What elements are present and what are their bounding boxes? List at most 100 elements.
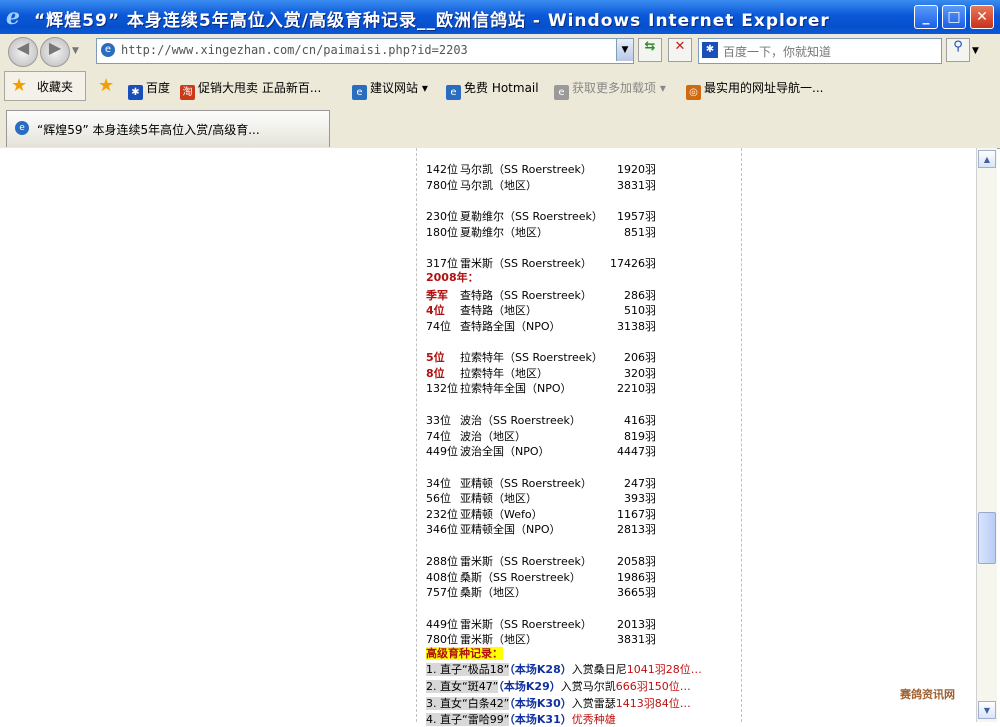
breeding-race: 入赏雷瑟 — [571, 697, 616, 710]
breeding-result: 1413羽84位… — [615, 697, 691, 710]
record-race: 查特路（SS Roerstreek） — [460, 289, 592, 302]
history-dropdown-icon[interactable]: ▼ — [72, 46, 79, 56]
record-rank: 142位 — [426, 163, 458, 176]
fav-label: 免费 Hotmail — [464, 81, 539, 95]
promo-icon: 淘 — [180, 85, 195, 100]
record-race: 亚精顿全国（NPO） — [460, 523, 561, 536]
address-text: http://www.xingezhan.com/cn/paimaisi.php… — [121, 43, 468, 57]
baidu-paw-icon: ✱ — [128, 85, 143, 100]
breeding-result: 666羽150位… — [615, 680, 691, 693]
fav-label: 百度 — [146, 81, 171, 95]
ie-page-icon: e — [446, 85, 461, 100]
record-race: 亚精顿（Wefo） — [460, 508, 543, 521]
vertical-scrollbar[interactable]: ▲ ▼ — [976, 148, 997, 722]
stop-button[interactable]: ✕ — [668, 38, 692, 62]
record-rank: 33位 — [426, 414, 451, 427]
record-race: 波治（SS Roerstreek） — [460, 414, 581, 427]
search-options-icon[interactable]: ▼ — [972, 46, 979, 56]
record-race: 亚精顿（SS Roerstreek） — [460, 477, 592, 490]
record-rank: 317位 — [426, 257, 458, 270]
title-bar: e “辉煌59” 本身连续5年高位入赏/高级育种记录__欧洲信鸽站 - Wind… — [0, 0, 1000, 34]
record-rank: 4位 — [426, 304, 445, 317]
address-dropdown-icon[interactable]: ▼ — [616, 39, 633, 61]
record-rank: 449位 — [426, 618, 458, 631]
breeding-code: （本场K28） — [509, 663, 572, 676]
record-race: 马尔凯（地区） — [460, 179, 537, 192]
breeding-result: 优秀种雄 — [571, 713, 616, 726]
record-race: 查特路（地区） — [460, 304, 537, 317]
record-count: 1167羽 — [617, 508, 656, 521]
record-count: 1920羽 — [617, 163, 656, 176]
favorites-button[interactable]: ★ 收藏夹 — [4, 71, 86, 101]
record-rank: 288位 — [426, 555, 458, 568]
breeding-code: （本场K30） — [509, 697, 572, 710]
record-count: 206羽 — [624, 351, 656, 364]
record-race: 雷米斯（地区） — [460, 633, 537, 646]
record-race: 雷米斯（SS Roerstreek） — [460, 257, 592, 270]
record-rank: 780位 — [426, 179, 458, 192]
record-rank: 780位 — [426, 633, 458, 646]
record-rank: 132位 — [426, 382, 458, 395]
record-race: 夏勒维尔（SS Roerstreek） — [460, 210, 603, 223]
breeding-race: 入赏马尔凯 — [560, 680, 616, 693]
window-title: “辉煌59” 本身连续5年高位入赏/高级育种记录__欧洲信鸽站 - Window… — [34, 11, 830, 31]
record-rank: 408位 — [426, 571, 458, 584]
ie-page-icon: e — [554, 85, 569, 100]
scroll-down-icon[interactable]: ▼ — [978, 701, 996, 719]
fav-label: 建议网站 — [370, 81, 419, 95]
back-button[interactable]: ◀ — [8, 37, 38, 67]
record-rank: 34位 — [426, 477, 451, 490]
record-rank: 232位 — [426, 508, 458, 521]
record-rank: 346位 — [426, 523, 458, 536]
fav-item-hotmail[interactable]: e 免费 Hotmail — [446, 79, 539, 100]
search-input[interactable]: ✱ 百度一下，你就知道 — [698, 38, 942, 64]
record-count: 1957羽 — [617, 210, 656, 223]
fav-item-suggested-sites[interactable]: e 建议网站 ▾ — [352, 79, 428, 100]
year-header: 2008年： — [426, 271, 479, 284]
favorites-label: 收藏夹 — [37, 80, 74, 94]
site-watermark: 赛鸽资讯网 — [900, 688, 955, 701]
record-count: 2058羽 — [617, 555, 656, 568]
record-count: 2813羽 — [617, 523, 656, 536]
record-rank: 74位 — [426, 430, 451, 443]
record-count: 4447羽 — [617, 445, 656, 458]
record-count: 1986羽 — [617, 571, 656, 584]
record-rank: 74位 — [426, 320, 451, 333]
record-rank: 230位 — [426, 210, 458, 223]
scroll-thumb[interactable] — [978, 512, 996, 564]
maximize-button[interactable]: □ — [942, 5, 966, 29]
favorites-bar: ★ 收藏夹 ★ ✱ 百度 淘促销大甩卖 正品新百... e 建议网站 ▾ e 免费 H… — [0, 68, 1000, 105]
page-icon: e — [15, 121, 29, 135]
scroll-up-icon[interactable]: ▲ — [978, 150, 996, 168]
tab-current[interactable]: e “辉煌59” 本身连续5年高位入赏/高级育... — [6, 110, 330, 147]
record-race: 桑斯（SS Roerstreek） — [460, 571, 581, 584]
add-favorite-icon[interactable]: ★ — [98, 75, 114, 96]
fav-label: 促销大甩卖 正品新百... — [198, 81, 322, 95]
record-count: 3665羽 — [617, 586, 656, 599]
record-race: 桑斯（地区） — [460, 586, 526, 599]
fav-item-addons[interactable]: e 获取更多加载项 ▾ — [554, 79, 666, 100]
breeding-result: 1041羽28位… — [626, 663, 702, 676]
refresh-button[interactable]: ⇆ — [638, 38, 662, 62]
address-bar[interactable]: e http://www.xingezhan.com/cn/paimaisi.p… — [96, 38, 634, 64]
record-count: 851羽 — [624, 226, 656, 239]
breeding-line: 1. 直子“极品18”（本场K28）入赏桑日尼1041羽28位… — [426, 662, 702, 677]
breeding-bird: 1. 直子“极品18” — [426, 663, 510, 676]
fav-item-promo[interactable]: 淘促销大甩卖 正品新百... — [180, 79, 321, 100]
search-button[interactable]: ⚲ — [946, 38, 970, 62]
breeding-race: 入赏桑日尼 — [571, 663, 627, 676]
close-button[interactable]: ✕ — [970, 5, 994, 29]
record-count: 2210羽 — [617, 382, 656, 395]
ie-logo-icon: e — [6, 4, 20, 30]
record-rank: 449位 — [426, 445, 458, 458]
ie-page-icon: e — [352, 85, 367, 100]
record-count: 510羽 — [624, 304, 656, 317]
minimize-button[interactable]: _ — [914, 5, 938, 29]
breeding-title: 高级育种记录： — [426, 647, 503, 660]
forward-button[interactable]: ▶ — [40, 37, 70, 67]
record-race: 亚精顿（地区） — [460, 492, 537, 505]
fav-item-baidu[interactable]: ✱ 百度 — [128, 79, 170, 100]
record-rank: 5位 — [426, 351, 445, 364]
record-count: 3831羽 — [617, 179, 656, 192]
fav-item-nav-site[interactable]: ◎ 最实用的网址导航一... — [686, 79, 823, 100]
